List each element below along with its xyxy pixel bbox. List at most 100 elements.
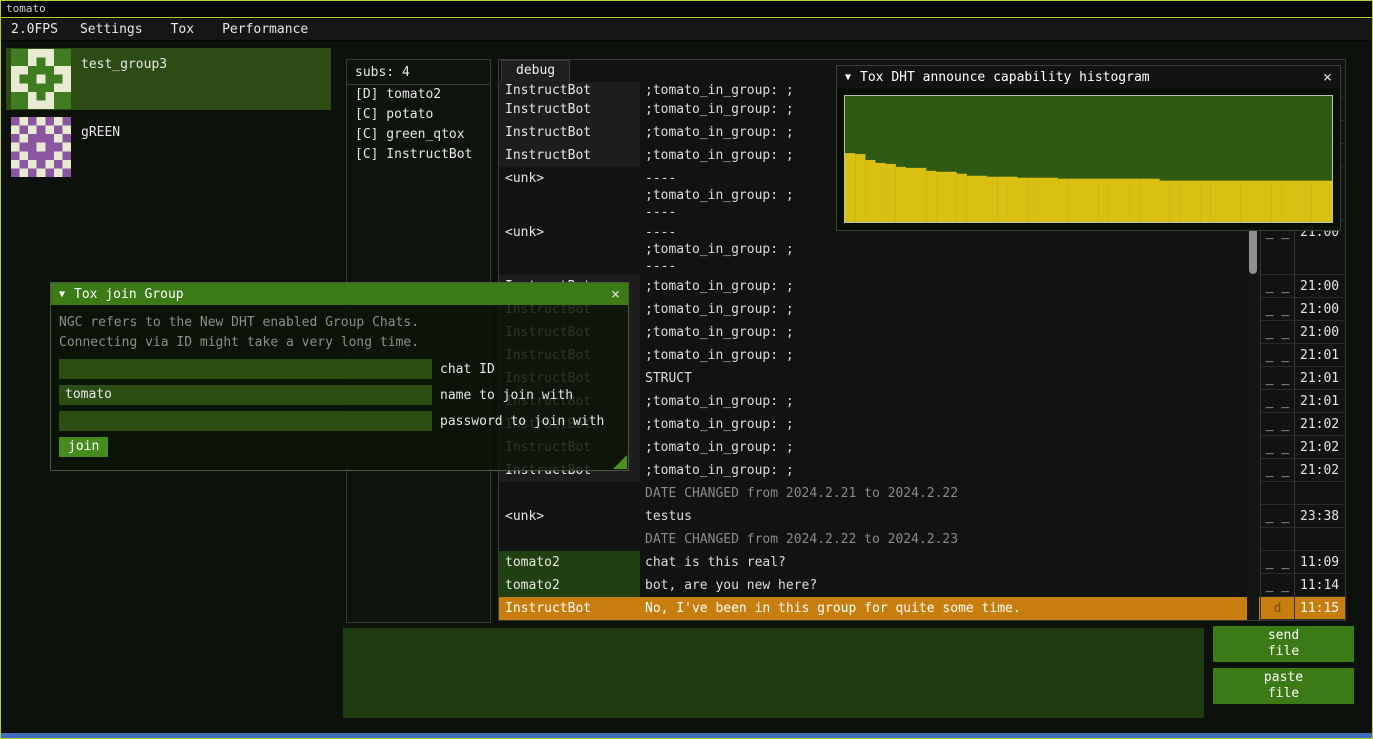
message-text: No, I've been in this group for quite so… bbox=[640, 597, 1260, 620]
message-timestamp: 11:09 bbox=[1295, 551, 1345, 574]
menu-item[interactable]: Performance bbox=[210, 22, 320, 37]
message-timestamp: 21:01 bbox=[1295, 344, 1345, 367]
dht-histogram-body bbox=[837, 88, 1340, 230]
group-avatar bbox=[11, 117, 71, 177]
join-field-input[interactable]: tomato bbox=[59, 385, 432, 405]
member-list-item[interactable]: [C] InstructBot bbox=[347, 145, 490, 165]
join-field-input[interactable] bbox=[59, 359, 432, 379]
chat-message-row[interactable]: <unk> testus _ _ 23:38 bbox=[499, 505, 1345, 528]
member-list-item[interactable]: [C] green_qtox bbox=[347, 125, 490, 145]
message-timestamp: 21:00 bbox=[1295, 321, 1345, 344]
message-status-marks: _ _ bbox=[1260, 413, 1295, 436]
paste-file-button[interactable]: paste file bbox=[1213, 668, 1354, 704]
message-author bbox=[499, 482, 640, 505]
collapse-icon[interactable]: ▼ bbox=[59, 289, 65, 300]
join-field-row: tomato name to join with bbox=[59, 385, 620, 405]
message-status-marks: _ _ bbox=[1260, 367, 1295, 390]
member-list: [D] tomato2 [C] potato [C] green_qtox [C… bbox=[347, 85, 490, 165]
message-author: <unk> bbox=[499, 167, 640, 221]
chat-message-row[interactable]: DATE CHANGED from 2024.2.21 to 2024.2.22 bbox=[499, 482, 1345, 505]
message-timestamp: 21:02 bbox=[1295, 413, 1345, 436]
close-icon[interactable]: × bbox=[602, 285, 620, 303]
message-status-marks: _ _ bbox=[1260, 344, 1295, 367]
chat-message-row[interactable]: tomato2 bot, are you new here? _ _ 11:14 bbox=[499, 574, 1345, 597]
dht-histogram-svg bbox=[845, 96, 1332, 222]
join-fields: chat ID tomato name to join with passwor… bbox=[59, 359, 620, 431]
message-text: testus bbox=[640, 505, 1260, 528]
menu-item[interactable]: Settings bbox=[68, 22, 155, 37]
message-status-marks: _ _ bbox=[1260, 298, 1295, 321]
message-status-marks: _ _ bbox=[1260, 551, 1295, 574]
join-button[interactable]: join bbox=[59, 437, 108, 457]
message-status-marks: _ _ bbox=[1260, 275, 1295, 298]
message-text: ;tomato_in_group: ; bbox=[640, 436, 1260, 459]
join-field-label: chat ID bbox=[440, 362, 495, 377]
message-timestamp: 23:38 bbox=[1295, 505, 1345, 528]
chat-message-row[interactable]: tomato2 chat is this real? _ _ 11:09 bbox=[499, 551, 1345, 574]
taskbar-strip bbox=[1, 733, 1372, 738]
message-author: InstructBot bbox=[499, 121, 640, 144]
message-author: InstructBot bbox=[499, 144, 640, 167]
message-text: DATE CHANGED from 2024.2.22 to 2024.2.23 bbox=[640, 528, 1260, 551]
message-status-marks: _ _ bbox=[1260, 459, 1295, 482]
message-text: ;tomato_in_group: ; bbox=[640, 321, 1260, 344]
resize-grip[interactable] bbox=[613, 455, 627, 469]
message-status-marks bbox=[1260, 482, 1295, 505]
tab-debug[interactable]: debug bbox=[501, 60, 570, 82]
join-info-line-2: Connecting via ID might take a very long… bbox=[59, 333, 620, 353]
message-text: STRUCT bbox=[640, 367, 1260, 390]
join-group-title: Tox join Group bbox=[74, 287, 602, 302]
message-author: <unk> bbox=[499, 221, 640, 275]
subs-count: subs: 4 bbox=[347, 60, 490, 84]
scrollbar-thumb[interactable] bbox=[1249, 228, 1257, 274]
message-text: ;tomato_in_group: ; bbox=[640, 344, 1260, 367]
dht-histogram-window: ▼ Tox DHT announce capability histogram … bbox=[836, 65, 1341, 231]
send-file-button[interactable]: send file bbox=[1213, 626, 1354, 662]
group-name: test_group3 bbox=[81, 57, 167, 109]
join-field-row: password to join with bbox=[59, 411, 620, 431]
message-timestamp: 21:00 bbox=[1295, 298, 1345, 321]
message-status-marks bbox=[1260, 528, 1295, 551]
app-window: tomato 2.0FPS Settings Tox Performance t… bbox=[0, 0, 1373, 739]
group-name: gREEN bbox=[81, 125, 120, 177]
message-input[interactable] bbox=[343, 628, 1204, 718]
chat-message-row[interactable]: DATE CHANGED from 2024.2.22 to 2024.2.23 bbox=[499, 528, 1345, 551]
message-status-marks: _ _ bbox=[1260, 436, 1295, 459]
message-author: <unk> bbox=[499, 505, 640, 528]
join-group-body: NGC refers to the New DHT enabled Group … bbox=[51, 305, 628, 470]
message-status-marks: _ _ bbox=[1260, 505, 1295, 528]
message-timestamp: 21:00 bbox=[1295, 275, 1345, 298]
join-field-label: password to join with bbox=[440, 414, 604, 429]
member-list-item[interactable]: [C] potato bbox=[347, 105, 490, 125]
join-group-titlebar[interactable]: ▼ Tox join Group × bbox=[51, 283, 628, 305]
member-list-item[interactable]: [D] tomato2 bbox=[347, 85, 490, 105]
menu-bar: 2.0FPS Settings Tox Performance bbox=[1, 19, 1372, 41]
group-list-item[interactable]: gREEN bbox=[6, 116, 331, 178]
dht-histogram-titlebar[interactable]: ▼ Tox DHT announce capability histogram … bbox=[837, 66, 1340, 88]
join-field-input[interactable] bbox=[59, 411, 432, 431]
collapse-icon[interactable]: ▼ bbox=[845, 72, 851, 83]
message-text: ;tomato_in_group: ; bbox=[640, 275, 1260, 298]
message-text: chat is this real? bbox=[640, 551, 1260, 574]
message-timestamp: 21:02 bbox=[1295, 436, 1345, 459]
message-author: InstructBot bbox=[499, 597, 640, 620]
group-avatar bbox=[11, 49, 71, 109]
window-titlebar[interactable]: tomato bbox=[1, 1, 1372, 18]
join-field-label: name to join with bbox=[440, 388, 573, 403]
fps-counter: 2.0FPS bbox=[1, 22, 68, 37]
message-timestamp: 11:15 bbox=[1295, 597, 1345, 620]
message-author bbox=[499, 528, 640, 551]
menu-bar-items: Settings Tox Performance bbox=[68, 22, 324, 37]
menu-item[interactable]: Tox bbox=[159, 22, 206, 37]
chat-message-row[interactable]: InstructBot No, I've been in this group … bbox=[499, 597, 1345, 620]
message-status-marks: _ _ bbox=[1260, 390, 1295, 413]
message-timestamp: 21:01 bbox=[1295, 390, 1345, 413]
group-list-item[interactable]: test_group3 bbox=[6, 48, 331, 110]
message-author: tomato2 bbox=[499, 574, 640, 597]
message-status-marks: d bbox=[1260, 597, 1295, 620]
message-timestamp: 11:14 bbox=[1295, 574, 1345, 597]
close-icon[interactable]: × bbox=[1314, 68, 1332, 86]
message-text: ;tomato_in_group: ; bbox=[640, 390, 1260, 413]
join-info-line-1: NGC refers to the New DHT enabled Group … bbox=[59, 313, 620, 333]
message-author: InstructBot bbox=[499, 98, 640, 121]
